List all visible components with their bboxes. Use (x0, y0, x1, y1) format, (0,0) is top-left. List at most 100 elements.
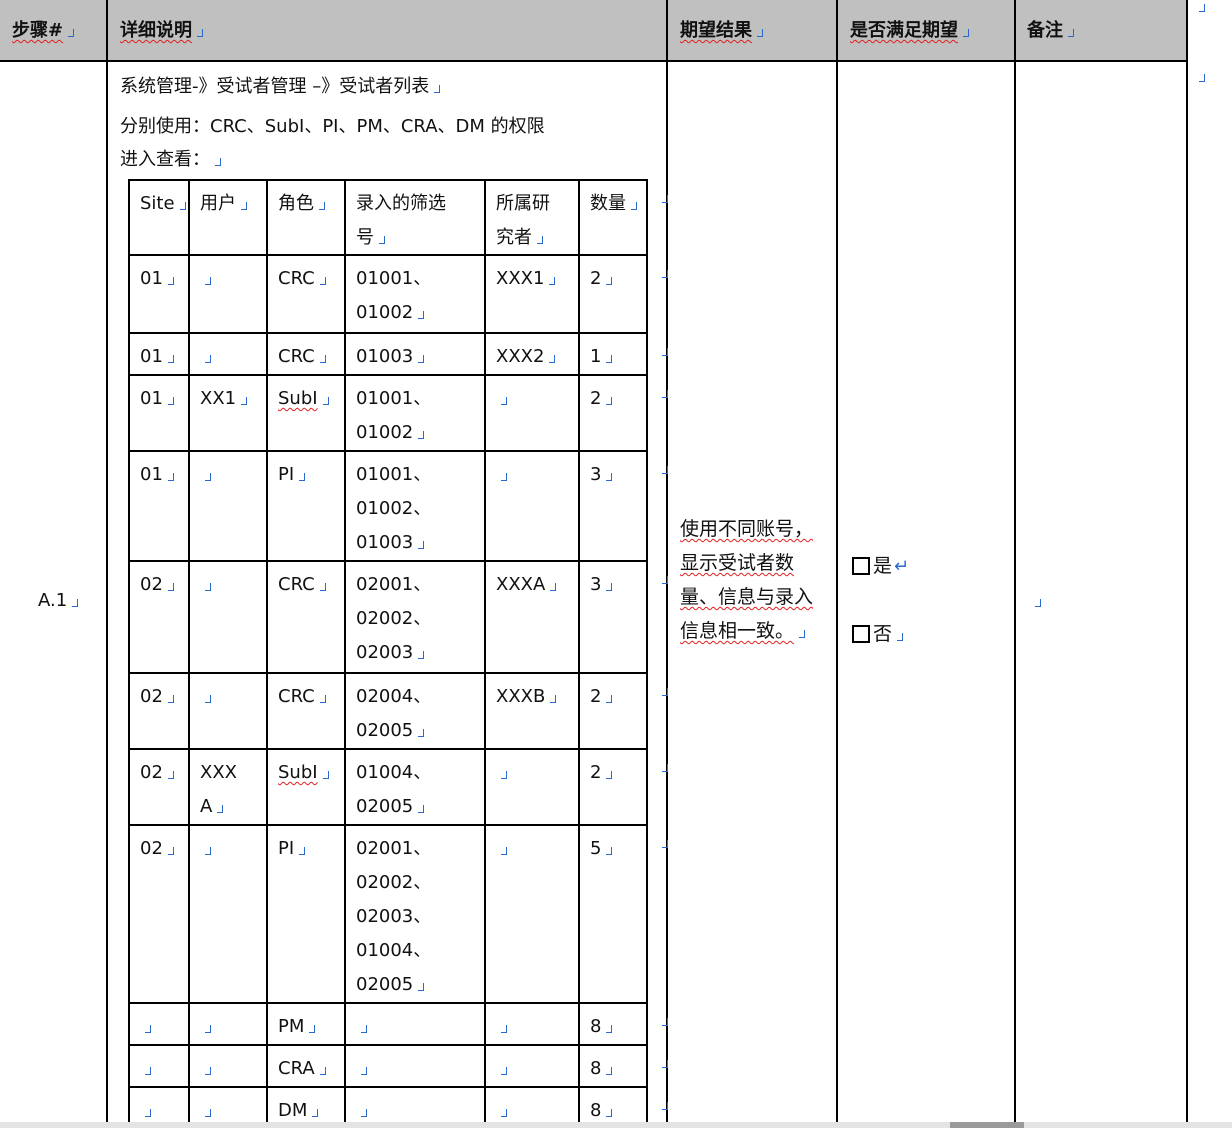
cell-text: XXXB (496, 686, 546, 707)
inner-col-divider (578, 179, 580, 1128)
cell-text: PM (278, 1016, 305, 1037)
cell-text: 2 (590, 388, 602, 409)
row-end-mark (662, 688, 668, 696)
table-cell: CRC (278, 340, 326, 374)
cell-text: 8 (590, 1058, 602, 1079)
cell-text: 8 (590, 1016, 602, 1037)
cell-text: 01 (140, 268, 163, 289)
row-end-mark (662, 1060, 668, 1068)
inner-row-divider (128, 560, 648, 562)
inner-header-cell: 数量 (590, 187, 637, 221)
table-cell: 02 (140, 832, 174, 866)
header-step: 步骤# (12, 18, 75, 44)
option-yes[interactable]: 是 ↵ (852, 552, 909, 581)
header-expected: 期望结果 (680, 18, 763, 44)
cell-text: XXX1 (496, 268, 545, 289)
table-cell: 2 (590, 680, 613, 714)
cell-text: CRC (278, 268, 315, 289)
table-cell (496, 832, 507, 866)
inner-row-divider (128, 748, 648, 750)
header-description: 详细说明 (120, 18, 203, 44)
cell-text: 3 (590, 574, 602, 595)
inner-row-divider (128, 1002, 648, 1004)
cell-text: 01001、 01002、 01003 (356, 464, 432, 553)
cell-text: XXXA (496, 574, 546, 595)
inner-col-divider (188, 179, 190, 1128)
row-end-mark (662, 764, 668, 772)
outer-col-divider (106, 0, 108, 1128)
table-cell: 02001、 02002、 02003、 01004、 02005 (356, 832, 431, 1002)
inner-row-divider (128, 1044, 648, 1046)
cell-text: 02001、 02002、 02003、 01004、 02005 (356, 838, 432, 995)
cell-text: Site (140, 193, 175, 214)
table-cell: 01 (140, 262, 174, 296)
cell-text: XXX2 (496, 346, 545, 367)
cell-text: 02001、 02002、 02003 (356, 574, 432, 663)
table-cell (200, 458, 211, 492)
cell-text: 1 (590, 346, 602, 367)
table-cell: 3 (590, 568, 613, 602)
table-cell (200, 340, 211, 374)
scrollbar-thumb[interactable] (950, 1122, 1024, 1128)
step-id: A.1 (38, 584, 79, 618)
inner-row-divider (128, 179, 648, 181)
inner-header-cell: 角色 (278, 187, 325, 221)
table-cell (496, 382, 507, 416)
cell-text: CRA (278, 1058, 315, 1079)
table-cell: 8 (590, 1052, 613, 1086)
cell-text: XX1 (200, 388, 237, 409)
notes-cell (1030, 584, 1041, 618)
option-no[interactable]: 否 (852, 620, 904, 648)
table-cell: 01 (140, 458, 174, 492)
table-cell: XXX A (200, 756, 237, 824)
cell-text: 2 (590, 762, 602, 783)
table-cell: 01 (140, 340, 174, 374)
row-end-mark (662, 1102, 668, 1110)
cell-text: CRC (278, 346, 315, 367)
table-cell (356, 1010, 367, 1044)
header-met: 是否满足期望 (850, 18, 969, 44)
row-end-mark (662, 270, 668, 278)
table-cell (200, 262, 211, 296)
description-roles: 分别使用：CRC、SubI、PI、PM、CRA、DM 的权限 (120, 116, 545, 137)
table-cell: CRC (278, 568, 326, 602)
cell-text: PI (278, 464, 295, 485)
table-cell (496, 1052, 507, 1086)
inner-header-cell: 所属研 究者 (496, 187, 550, 255)
table-cell: 5 (590, 832, 613, 866)
cell-text: CRC (278, 574, 315, 595)
header-notes: 备注 (1027, 18, 1074, 44)
header-bottom-border (0, 60, 1188, 62)
table-cell: 02001、 02002、 02003 (356, 568, 431, 670)
table-cell: XXX1 (496, 262, 556, 296)
table-cell: 02 (140, 568, 174, 602)
inner-col-divider (128, 179, 130, 1128)
checkbox-icon[interactable] (852, 625, 870, 643)
table-cell: XXX2 (496, 340, 556, 374)
table-cell: CRC (278, 262, 326, 296)
cell-text: 用户 (200, 193, 236, 214)
expected-result: 使用不同账号，显示受试者数量、信息与录入信息相一致。 (680, 518, 814, 642)
table-cell: 2 (590, 262, 613, 296)
inner-header-cell: Site (140, 187, 186, 221)
table-cell: XXXA (496, 568, 557, 602)
cell-text: 02 (140, 686, 163, 707)
horizontal-scrollbar[interactable] (0, 1122, 1232, 1128)
table-cell: CRC (278, 680, 326, 714)
inner-row-divider (128, 824, 648, 826)
table-cell: CRA (278, 1052, 326, 1086)
cell-text: 02 (140, 762, 163, 783)
cell-text: 01003 (356, 346, 414, 367)
row-end-mark (1199, 74, 1205, 82)
inner-row-divider (128, 332, 648, 334)
table-cell: PI (278, 832, 306, 866)
table-cell: 01003 (356, 340, 425, 374)
table-cell (140, 1010, 151, 1044)
cell-text: PI (278, 838, 295, 859)
table-cell: SubI (278, 756, 329, 790)
table-cell (200, 680, 211, 714)
inner-col-divider (344, 179, 346, 1128)
checkbox-icon[interactable] (852, 557, 870, 575)
inner-header-cell: 录入的筛选 号 (356, 187, 446, 255)
cell-text: CRC (278, 686, 315, 707)
